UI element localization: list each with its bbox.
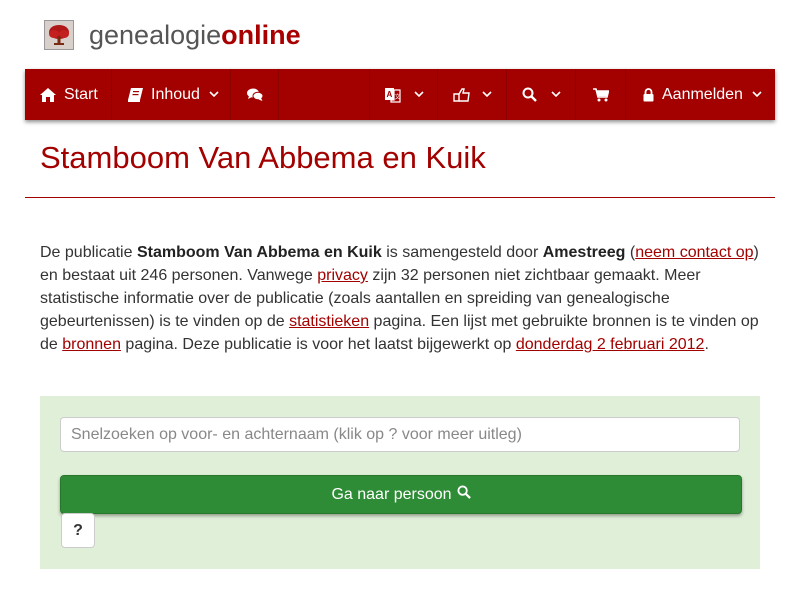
page-title: Stamboom Van Abbema en Kuik bbox=[40, 140, 486, 175]
chevron-down-icon bbox=[209, 91, 219, 98]
last-updated-link[interactable]: donderdag 2 februari 2012 bbox=[516, 336, 705, 353]
nav-start[interactable]: Start bbox=[25, 69, 112, 120]
intro-text: . bbox=[704, 336, 709, 353]
search-icon bbox=[452, 485, 471, 504]
intro-text: is samengesteld door bbox=[381, 244, 543, 261]
intro-text: pagina. Deze publicatie is voor het laat… bbox=[120, 336, 516, 353]
svg-text:A: A bbox=[387, 90, 393, 99]
publication-name: Stamboom Van Abbema en Kuik bbox=[136, 244, 382, 261]
nav-login-label: Aanmelden bbox=[662, 85, 743, 103]
intro-text: ( bbox=[625, 244, 636, 261]
chevron-down-icon bbox=[551, 91, 561, 98]
main-navbar: Start Inhoud A文 Aanmelden bbox=[25, 69, 775, 120]
brand-part-2: online bbox=[221, 19, 301, 50]
publication-intro: De publicatie Stamboom Van Abbema en Kui… bbox=[40, 241, 768, 356]
lock-icon bbox=[643, 87, 654, 102]
nav-share[interactable] bbox=[438, 69, 507, 120]
search-icon bbox=[522, 87, 537, 102]
sources-link[interactable]: bronnen bbox=[62, 336, 121, 353]
chevron-down-icon bbox=[414, 91, 424, 98]
nav-search[interactable] bbox=[507, 69, 576, 120]
site-header: genealogieonline bbox=[44, 18, 301, 52]
chevron-down-icon bbox=[482, 91, 492, 98]
tree-logo-icon[interactable] bbox=[44, 20, 74, 50]
brand-part-1: genealogie bbox=[89, 19, 222, 50]
nav-language[interactable]: A文 bbox=[369, 69, 438, 120]
book-icon bbox=[128, 87, 143, 102]
privacy-link[interactable]: privacy bbox=[317, 267, 368, 284]
home-icon bbox=[40, 87, 56, 102]
nav-forum[interactable] bbox=[231, 69, 279, 120]
contact-link[interactable]: neem contact op bbox=[635, 244, 753, 261]
statistics-link[interactable]: statistieken bbox=[289, 313, 369, 330]
go-to-person-label: Ga naar persoon bbox=[331, 485, 452, 503]
chevron-down-icon bbox=[752, 91, 762, 98]
quick-search-panel: Ga naar persoon ? bbox=[40, 396, 760, 569]
svg-text:文: 文 bbox=[395, 93, 401, 101]
intro-text: De publicatie bbox=[40, 244, 137, 261]
language-icon: A文 bbox=[385, 87, 401, 103]
nav-inhoud-label: Inhoud bbox=[151, 85, 200, 103]
site-brand[interactable]: genealogieonline bbox=[89, 20, 301, 51]
title-divider bbox=[25, 197, 775, 198]
search-help-button[interactable]: ? bbox=[61, 513, 95, 548]
nav-login[interactable]: Aanmelden bbox=[626, 69, 775, 120]
author-name: Amestreeg bbox=[542, 244, 626, 261]
nav-shop[interactable] bbox=[576, 69, 626, 120]
nav-start-label: Start bbox=[64, 85, 98, 103]
go-to-person-button[interactable]: Ga naar persoon bbox=[60, 475, 742, 514]
cart-icon bbox=[592, 87, 609, 102]
comments-icon bbox=[246, 88, 263, 102]
share-icon bbox=[453, 87, 470, 102]
nav-inhoud[interactable]: Inhoud bbox=[112, 69, 231, 120]
quick-search-input[interactable] bbox=[60, 417, 740, 452]
